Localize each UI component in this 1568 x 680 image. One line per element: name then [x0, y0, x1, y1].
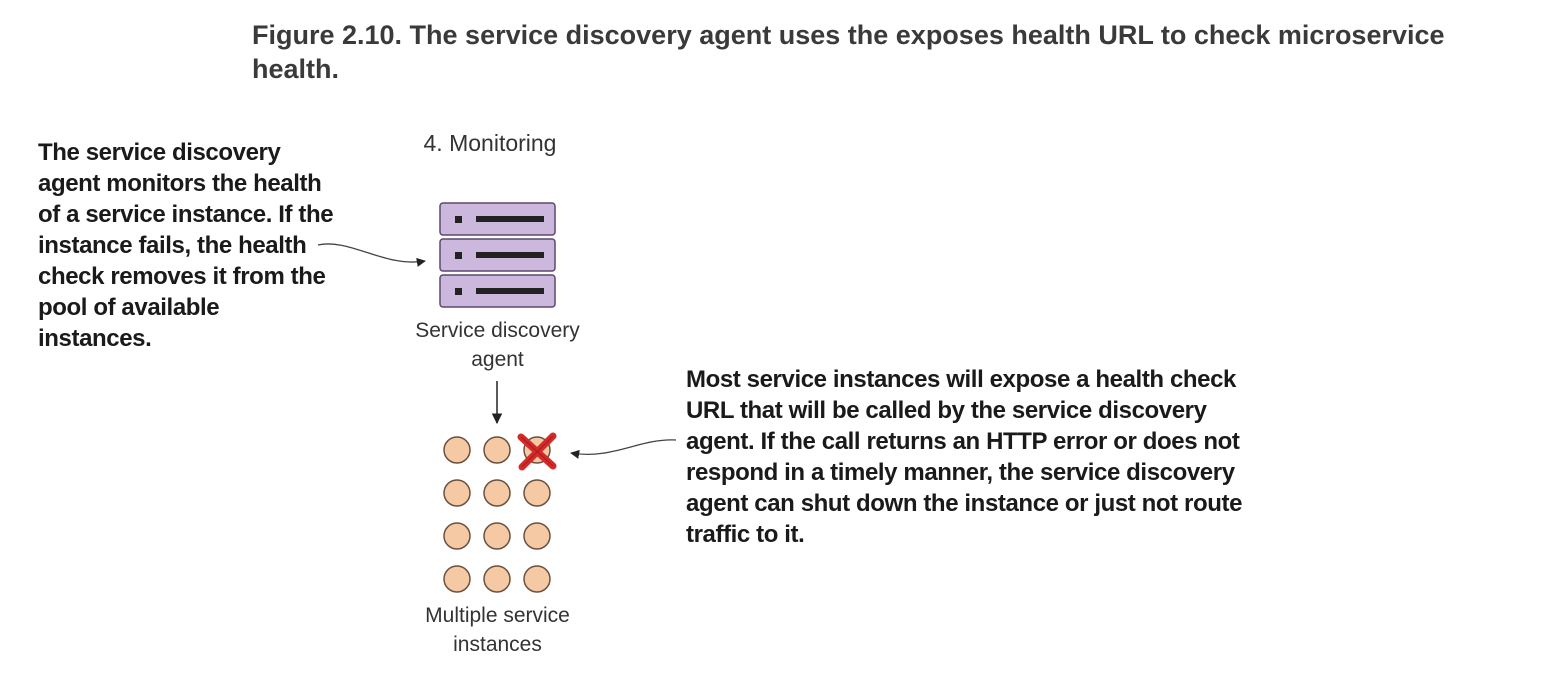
diagram-canvas — [317, 202, 677, 593]
service-instance-icon — [443, 565, 471, 593]
service-instance-icon — [443, 479, 471, 507]
service-instance-icon — [443, 436, 471, 464]
server-unit-middle — [439, 238, 556, 272]
service-instance-icon — [523, 565, 551, 593]
server-stack-icon — [439, 202, 556, 308]
server-unit-bottom — [439, 274, 556, 308]
health-check-arrow — [570, 439, 677, 459]
service-instance-icon — [483, 436, 511, 464]
service-instance-icon — [483, 565, 511, 593]
service-instance-icon — [523, 479, 551, 507]
server-unit-top — [439, 202, 556, 236]
monitor-arrow — [317, 243, 426, 267]
service-instance-icon — [443, 522, 471, 550]
service-instance-icon — [483, 522, 511, 550]
service-instance-icon — [523, 522, 551, 550]
service-instance-icon — [483, 479, 511, 507]
service-instances-grid — [443, 436, 551, 593]
